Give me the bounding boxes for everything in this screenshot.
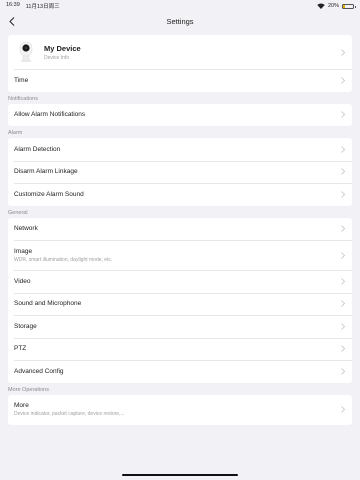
settings-item-disarm-alarm-linkage[interactable]: Disarm Alarm Linkage <box>8 160 352 184</box>
row-label: Advanced Config <box>14 367 64 375</box>
row-text: Alarm Detection <box>14 146 340 153</box>
section-header-notifications: Notifications <box>8 95 38 102</box>
row-text: Time <box>14 77 340 84</box>
chevron-right-icon <box>340 406 346 414</box>
battery-fill <box>343 4 345 8</box>
settings-item-ptz[interactable]: PTZ <box>8 337 352 361</box>
settings-item-time[interactable]: Time <box>8 69 352 92</box>
row-label: Alarm Detection <box>14 145 61 153</box>
settings-item-advanced-config[interactable]: Advanced Config <box>8 360 352 383</box>
row-text: Customize Alarm Sound <box>14 191 340 198</box>
row-text: PTZ <box>14 345 340 352</box>
row-text: Storage <box>14 323 340 330</box>
battery-icon <box>342 3 356 9</box>
row-text: Video <box>14 278 340 285</box>
chevron-right-icon <box>340 345 346 353</box>
row-label: Video <box>14 277 31 285</box>
settings-item-sound-and-microphone[interactable]: Sound and Microphone <box>8 292 352 316</box>
battery-percent: 20% <box>327 3 339 9</box>
status-left: 16:39 11月13日周三 <box>6 2 60 10</box>
status-bar: 16:39 11月13日周三 20% <box>0 1 360 11</box>
row-text: More Device indicator, packet capture, d… <box>14 402 340 417</box>
notifications-card: Allow Alarm Notifications <box>8 103 352 127</box>
row-label: PTZ <box>14 345 27 353</box>
chevron-right-icon <box>340 277 346 285</box>
row-label: Time <box>14 76 29 84</box>
settings-item-video[interactable]: Video <box>8 270 352 293</box>
settings-item-image[interactable]: Image WDR, smart illumination, daylight … <box>8 240 352 270</box>
more-operations-card: More Device indicator, packet capture, d… <box>8 394 352 425</box>
row-label: Storage <box>14 322 37 330</box>
row-label: Customize Alarm Sound <box>14 190 84 198</box>
chevron-right-icon <box>340 300 346 308</box>
row-text: Network <box>14 225 340 232</box>
chevron-right-icon <box>340 367 346 375</box>
settings-item-alarm-detection[interactable]: Alarm Detection <box>8 138 352 161</box>
row-text: Advanced Config <box>14 368 340 375</box>
status-time: 16:39 <box>6 2 20 8</box>
chevron-right-icon <box>340 225 346 233</box>
section-header-alarm: Alarm <box>8 130 23 136</box>
row-subtitle: Device indicator, packet capture, device… <box>14 411 125 417</box>
row-text: Sound and Microphone <box>14 300 340 307</box>
chevron-right-icon <box>340 145 346 153</box>
row-label: Sound and Microphone <box>14 300 82 308</box>
status-right: 20% <box>317 3 356 9</box>
alarm-card: Alarm Detection Disarm Alarm Linkage Cus… <box>8 138 352 206</box>
status-date: 11月13日周三 <box>25 4 60 10</box>
settings-item-allow-alarm-notifications[interactable]: Allow Alarm Notifications <box>8 104 352 127</box>
row-label: Disarm Alarm Linkage <box>14 168 78 176</box>
page-title: Settings <box>166 16 194 26</box>
general-card: Network Image WDR, smart illumination, d… <box>8 217 352 383</box>
nav-bar: Settings <box>0 13 360 29</box>
device-subtitle: Device Info <box>44 54 70 61</box>
row-label: Network <box>14 225 38 233</box>
chevron-right-icon <box>340 251 346 259</box>
chevron-right-icon <box>340 76 346 84</box>
back-icon[interactable] <box>7 16 17 26</box>
chevron-right-icon <box>340 111 346 119</box>
settings-item-more[interactable]: More Device indicator, packet capture, d… <box>8 395 352 425</box>
section-header-general: General <box>8 209 28 216</box>
wifi-icon <box>317 3 325 9</box>
row-text: Disarm Alarm Linkage <box>14 168 340 175</box>
home-indicator[interactable] <box>122 473 238 476</box>
device-name: My Device <box>44 43 81 53</box>
chevron-right-icon <box>340 190 346 198</box>
settings-item-customize-alarm-sound[interactable]: Customize Alarm Sound <box>8 183 352 206</box>
chevron-right-icon <box>340 322 346 330</box>
camera-icon <box>18 40 34 64</box>
settings-item-storage[interactable]: Storage <box>8 315 352 338</box>
device-info-row[interactable]: My Device Device Info <box>8 35 352 69</box>
row-label: Image <box>14 247 33 255</box>
settings-item-network[interactable]: Network <box>8 218 352 241</box>
device-card: My Device Device Info Time <box>8 35 352 92</box>
chevron-right-icon <box>340 48 346 56</box>
row-label: More <box>14 402 29 409</box>
row-text: Allow Alarm Notifications <box>14 111 340 118</box>
row-label: Allow Alarm Notifications <box>14 111 86 119</box>
chevron-right-icon <box>340 168 346 176</box>
section-header-more-operations: More Operations <box>8 386 49 393</box>
device-text: My Device Device Info <box>44 44 340 61</box>
row-subtitle: WDR, smart illumination, daylight mode, … <box>14 256 113 263</box>
row-text: Image WDR, smart illumination, daylight … <box>14 248 340 263</box>
